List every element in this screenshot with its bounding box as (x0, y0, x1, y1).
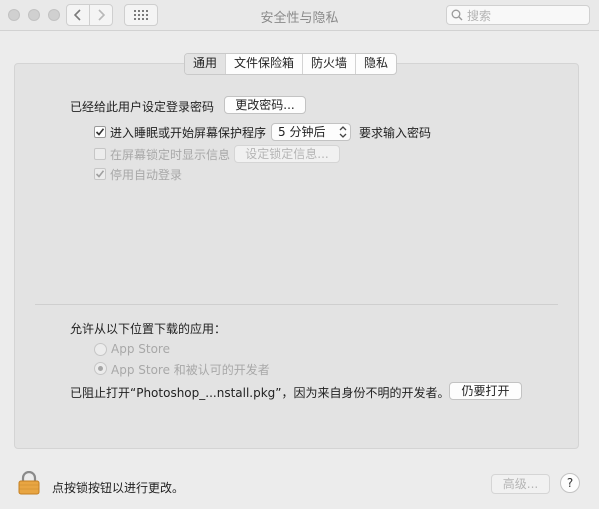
radio-app-store-and-developers-label: App Store 和被认可的开发者 (111, 363, 270, 377)
password-set-label: 已经给此用户设定登录密码 (70, 100, 215, 114)
password-delay-value: 5 分钟后 (278, 125, 326, 139)
radio-app-store[interactable] (94, 343, 107, 356)
disable-auto-login-label: 停用自动登录 (110, 168, 183, 182)
radio-app-store-label: App Store (111, 342, 170, 356)
tab-firewall[interactable]: 防火墙 (303, 54, 357, 74)
require-password-suffix: 要求输入密码 (359, 126, 432, 140)
require-password-prefix: 进入睡眠或开始屏幕保护程序 (110, 126, 267, 140)
show-message-checkbox[interactable] (94, 148, 106, 160)
help-button[interactable]: ? (560, 473, 580, 493)
search-icon (451, 9, 463, 21)
search-field[interactable]: 搜索 (446, 5, 590, 25)
title-bar: 安全性与隐私 搜索 (0, 0, 599, 31)
change-password-button[interactable]: 更改密码... (224, 96, 306, 114)
set-lock-message-button[interactable]: 设定锁定信息... (234, 145, 340, 163)
tab-bar: 通用 文件保险箱 防火墙 隐私 (184, 53, 398, 75)
search-placeholder: 搜索 (467, 8, 492, 23)
require-password-checkbox[interactable] (94, 126, 106, 138)
radio-selected-dot (98, 366, 103, 371)
blocked-app-message: 已阻止打开“Photoshop_...nstall.pkg”，因为来自身份不明的… (70, 386, 450, 400)
checkmark-icon (95, 170, 105, 178)
checkmark-icon (95, 128, 105, 136)
show-message-label: 在屏幕锁定时显示信息 (110, 148, 231, 162)
lock-icon[interactable] (18, 471, 40, 495)
open-anyway-button[interactable]: 仍要打开 (449, 382, 522, 400)
allow-apps-label: 允许从以下位置下载的应用： (70, 322, 227, 336)
password-delay-select[interactable]: 5 分钟后 (271, 123, 351, 141)
tab-filevault[interactable]: 文件保险箱 (226, 54, 304, 74)
section-divider (35, 304, 558, 305)
advanced-button[interactable]: 高级... (491, 474, 550, 494)
tab-privacy[interactable]: 隐私 (356, 54, 396, 74)
disable-auto-login-checkbox[interactable] (94, 168, 106, 180)
tab-general[interactable]: 通用 (185, 54, 227, 74)
general-panel: 已经给此用户设定登录密码 更改密码... 进入睡眠或开始屏幕保护程序 5 分钟后… (14, 63, 579, 449)
radio-app-store-and-developers[interactable] (94, 362, 107, 375)
updown-arrows-icon (339, 126, 347, 138)
lock-instruction: 点按锁按钮以进行更改。 (52, 481, 185, 495)
